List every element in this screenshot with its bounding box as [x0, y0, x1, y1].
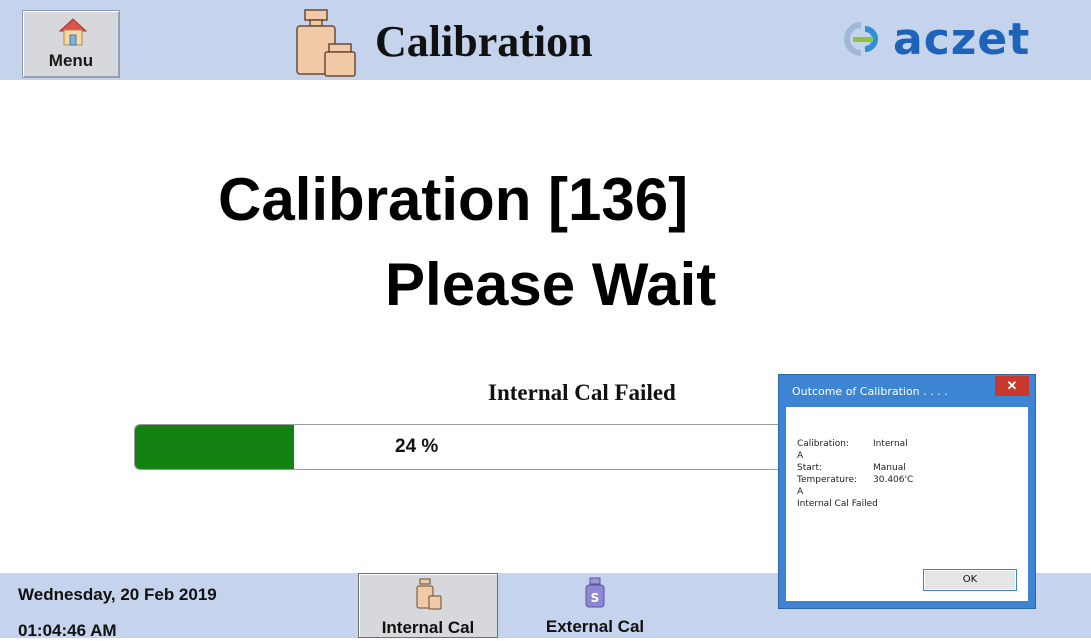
detail-row: Internal Cal Failed — [797, 498, 913, 510]
weights-icon — [416, 578, 442, 610]
progress-bar: 24 % — [134, 424, 798, 470]
detail-row: Start: Manual — [797, 462, 913, 474]
external-cal-button[interactable]: S External Cal — [525, 573, 665, 638]
detail-row: A — [797, 450, 913, 462]
progress-label: 24 % — [395, 436, 439, 457]
page-title: Calibration — [375, 17, 593, 66]
internal-cal-button[interactable]: Internal Cal — [358, 573, 498, 638]
detail-row: Calibration: Internal — [797, 438, 913, 450]
internal-cal-label: Internal Cal — [381, 618, 475, 637]
detail-key: Start: — [797, 463, 823, 473]
ok-button[interactable]: OK — [923, 569, 1017, 591]
detail-value: Internal — [873, 439, 908, 449]
menu-button-label: Menu — [48, 51, 94, 70]
home-icon — [59, 18, 87, 46]
close-icon: ✕ — [1006, 378, 1018, 393]
please-wait-heading: Please Wait — [385, 251, 717, 318]
close-button[interactable]: ✕ — [995, 376, 1029, 396]
detail-key: Internal Cal Failed — [797, 499, 878, 509]
detail-value: 30.406'C — [873, 475, 914, 485]
dialog-details: Calibration: Internal A Start: Manual Temp… — [797, 438, 913, 510]
detail-key: A — [797, 487, 804, 497]
weight-s-icon: S — [585, 577, 605, 608]
svg-text:S: S — [591, 591, 600, 605]
logo-text: aczet — [893, 13, 1031, 65]
weights-icon — [296, 9, 356, 77]
detail-value: Manual — [873, 463, 906, 473]
menu-button[interactable]: Menu — [22, 10, 120, 78]
detail-key: Temperature: — [797, 475, 858, 485]
detail-row: A — [797, 486, 913, 498]
brand-logo: aczet — [835, 13, 1031, 65]
detail-key: Calibration: — [797, 439, 850, 449]
aczet-logo-icon — [844, 22, 878, 56]
progress-fill — [135, 425, 294, 469]
current-time: 01:04:46 AM — [18, 621, 117, 640]
detail-row: Temperature: 30.406'C — [797, 474, 913, 486]
external-cal-label: External Cal — [545, 617, 645, 636]
status-text: Internal Cal Failed — [488, 380, 676, 405]
current-date: Wednesday, 20 Feb 2019 — [18, 585, 217, 604]
dialog-title: Outcome of Calibration . . . . — [792, 385, 948, 398]
header-bar: Menu Calibration aczet — [0, 0, 1091, 80]
detail-key: A — [797, 451, 804, 461]
calibration-heading: Calibration [136] — [218, 166, 689, 233]
dialog-titlebar[interactable]: Outcome of Calibration . . . . ✕ — [779, 375, 1035, 407]
calibration-outcome-dialog: Outcome of Calibration . . . . ✕ Calibra… — [778, 374, 1036, 609]
